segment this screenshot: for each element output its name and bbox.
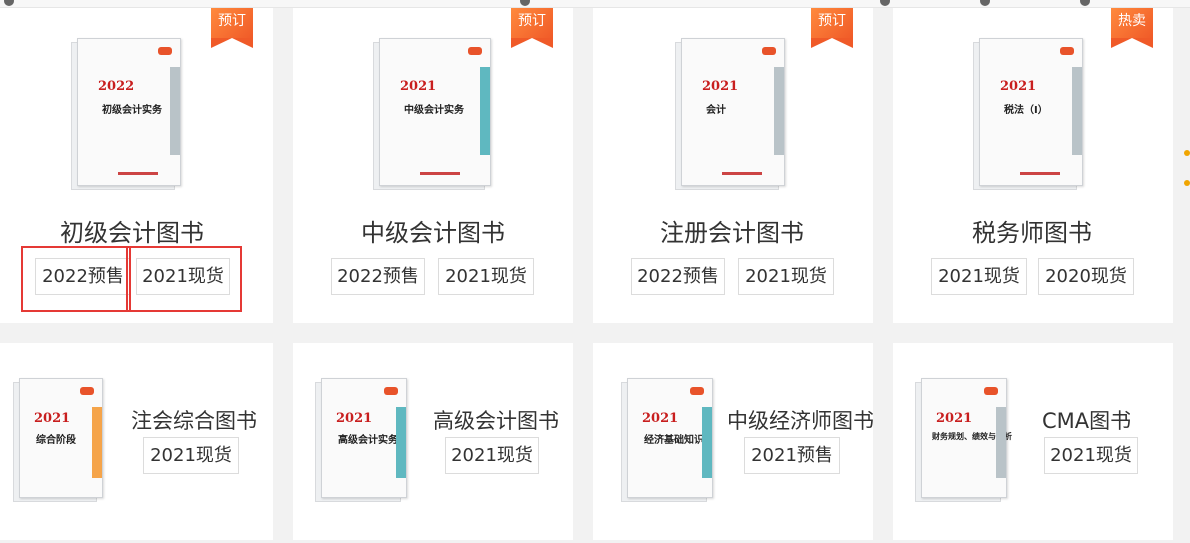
category-card-jingjishi[interactable]: 2021 经济基础知识 中级经济师图书 2021预售 [593,343,874,540]
tag-2022-presale[interactable]: 2022预售 [631,258,725,295]
category-card-shuiwushi[interactable]: 热卖 2021 税法（Ⅰ） 税务师图书 2021现货 2020现货 [893,8,1173,323]
tag-2021-instock[interactable]: 2021现货 [738,258,834,295]
highlight-box [21,246,131,312]
bookmark-icon [1080,0,1090,6]
publisher-logo-icon [984,387,998,395]
tag-2021-presale[interactable]: 2021预售 [744,437,840,474]
category-card-zhuce[interactable]: 预订 2021 会计 注册会计图书 2022预售 2021现货 [593,8,873,323]
tag-2021-instock[interactable]: 2021现货 [438,258,534,295]
book-cover-image[interactable]: 2021 中级会计实务 [373,38,491,190]
publisher-logo-icon [384,387,398,395]
category-title[interactable]: 注会综合图书 [131,405,257,435]
category-card-gaoji[interactable]: 2021 高级会计实务 高级会计图书 2021现货 [293,343,573,540]
book-cover-image[interactable]: 2022 初级会计实务 [71,38,181,190]
tag-2021-instock[interactable]: 2021现货 [143,437,239,474]
publisher-logo-icon [690,387,704,395]
bookmark-icon [980,0,990,6]
book-cover-image[interactable]: 2021 综合阶段 [13,378,103,502]
publisher-logo-icon [158,47,172,55]
bookmark-icon [4,0,14,6]
tag-2021-instock[interactable]: 2021现货 [445,437,539,474]
category-card-zhongji[interactable]: 预订 2021 中级会计实务 中级会计图书 2022预售 2021现货 [293,8,573,323]
book-cover-image[interactable]: 2021 经济基础知识 [621,378,713,502]
publisher-logo-icon [468,47,482,55]
book-cover-image[interactable]: 2021 会计 [675,38,785,190]
side-float-icons[interactable] [1184,150,1190,190]
tag-2021-instock[interactable]: 2021现货 [1044,437,1138,474]
bookmark-icon [520,0,530,6]
book-cover-image[interactable]: 2021 高级会计实务 [315,378,407,502]
book-cover-image[interactable]: 2021 财务规划、绩效与分析 [915,378,1012,502]
preorder-badge: 预订 [211,8,253,48]
publisher-logo-icon [762,47,776,55]
bookmark-icon [880,0,890,6]
bookmarks-bar [0,0,1190,8]
category-title[interactable]: 初级会计图书 [60,213,204,248]
category-title[interactable]: CMA图书 [1042,405,1131,435]
category-title[interactable]: 税务师图书 [972,213,1092,248]
preorder-badge: 预订 [811,8,853,48]
preorder-badge: 预订 [511,8,553,48]
tag-2020-instock[interactable]: 2020现货 [1038,258,1134,295]
highlight-box [126,246,242,312]
tag-2021-instock[interactable]: 2021现货 [931,258,1027,295]
tag-2022-presale[interactable]: 2022预售 [331,258,425,295]
category-card-cma[interactable]: 2021 财务规划、绩效与分析 CMA图书 2021现货 [893,343,1173,540]
book-cover-image[interactable]: 2021 税法（Ⅰ） [973,38,1083,190]
category-title[interactable]: 高级会计图书 [433,405,559,435]
publisher-logo-icon [1060,47,1074,55]
category-title[interactable]: 中级会计图书 [361,213,505,248]
category-title[interactable]: 注册会计图书 [660,213,804,248]
category-card-zhuhui-zonghe[interactable]: 2021 综合阶段 注会综合图书 2021现货 [0,343,273,540]
category-title[interactable]: 中级经济师图书 [727,405,874,435]
publisher-logo-icon [80,387,94,395]
hot-sale-badge: 热卖 [1111,8,1153,48]
